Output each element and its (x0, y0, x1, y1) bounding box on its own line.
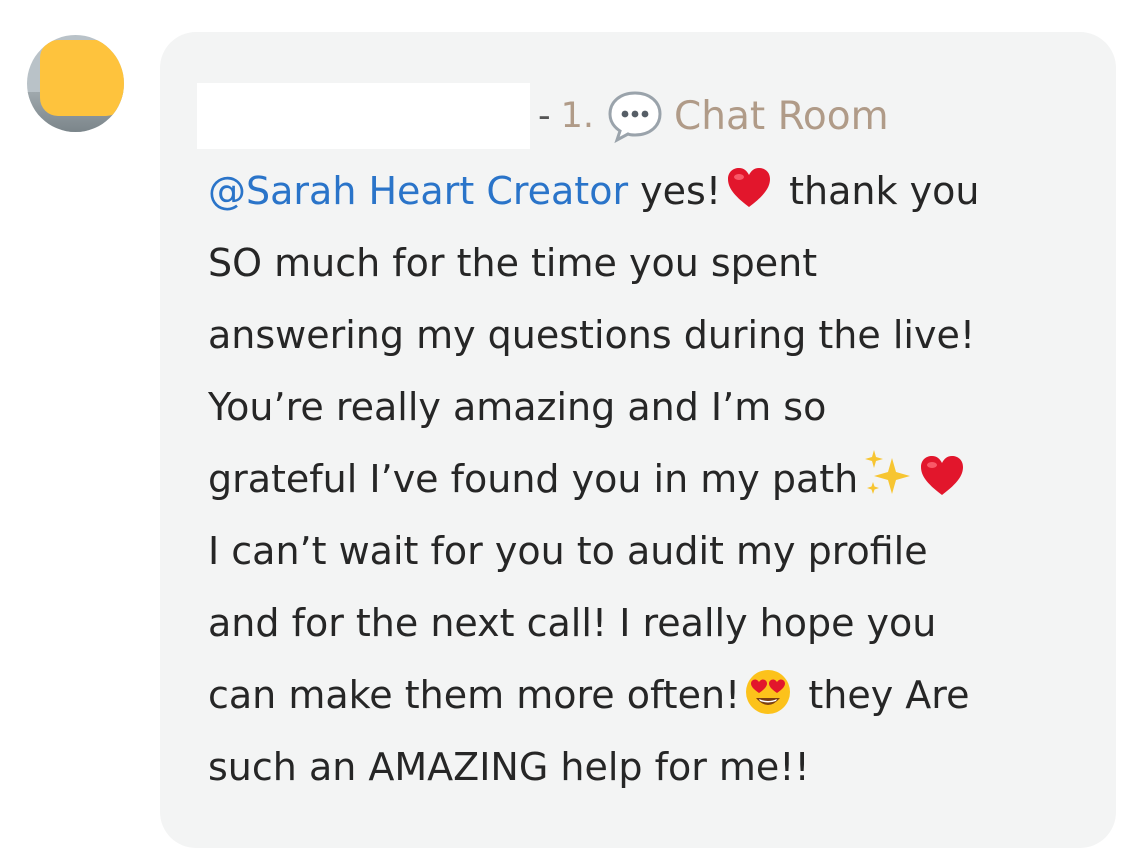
message-line-5: grateful I’ve found you in my path (208, 443, 1088, 515)
room-number[interactable]: 1. (561, 96, 594, 136)
post-header: - 1. Chat Room (197, 83, 889, 149)
message-line-7: and for the next call! I really hope you (208, 601, 937, 645)
avatar[interactable] (27, 35, 124, 132)
message-line-9: such an AMAZING help for me!! (208, 745, 810, 789)
message-body: @Sarah Heart Creator yes! thank you SO m… (208, 155, 1088, 803)
message-line-8: can make them more often! they Are (208, 659, 1088, 731)
speech-bubble-icon[interactable] (606, 87, 664, 145)
author-name[interactable] (197, 83, 530, 149)
heart-eyes-emoji-icon (746, 670, 791, 714)
message-line-1: @Sarah Heart Creator yes! thank you (208, 155, 1088, 227)
message-line-3: answering my questions during the live! (208, 313, 976, 357)
user-mention[interactable]: @Sarah Heart Creator (208, 169, 628, 213)
message-text: thank you (777, 169, 980, 213)
chat-room-link[interactable]: Chat Room (674, 94, 889, 139)
message-line-2: SO much for the time you spent (208, 241, 818, 285)
message-text: they Are (796, 673, 970, 717)
sparkles-icon (865, 450, 911, 494)
red-heart-icon (728, 168, 771, 207)
message-line-6: I can’t wait for you to audit my profile (208, 529, 928, 573)
message-text: yes! (628, 169, 722, 213)
avatar-redaction (40, 40, 124, 116)
message-text: grateful I’ve found you in my path (208, 457, 859, 501)
message-line-4: You’re really amazing and I’m so (208, 385, 827, 429)
message-text: can make them more often! (208, 673, 741, 717)
red-heart-icon (921, 456, 964, 495)
header-separator: - (538, 96, 551, 136)
